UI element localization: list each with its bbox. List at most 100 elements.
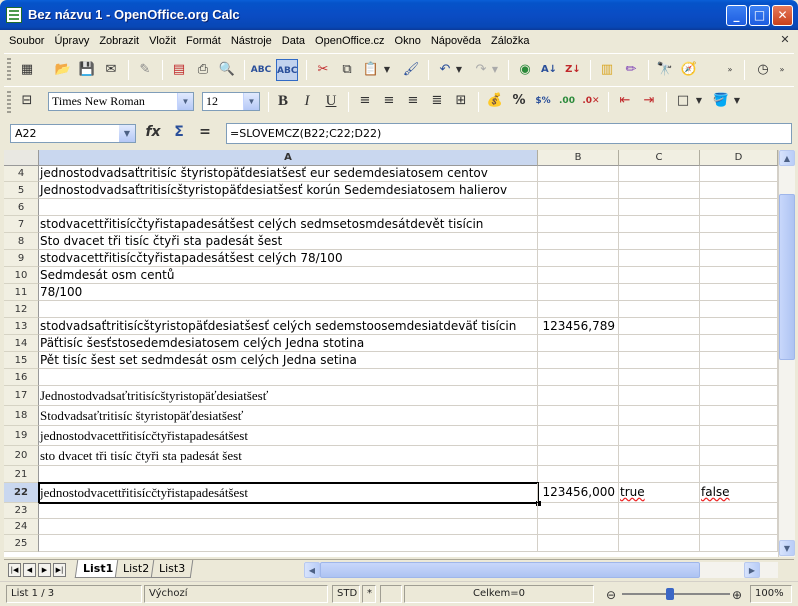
- cell-b[interactable]: [538, 426, 619, 445]
- cell-b[interactable]: [538, 535, 619, 551]
- styles-formatting-icon[interactable]: ⊟: [16, 90, 38, 112]
- minimize-button[interactable]: _: [726, 5, 747, 26]
- underline-icon[interactable]: U: [320, 90, 342, 112]
- horizontal-scroll-thumb[interactable]: [320, 562, 700, 578]
- cell-b[interactable]: [538, 386, 619, 405]
- row-header[interactable]: 24: [4, 519, 39, 535]
- export-pdf-icon[interactable]: ▤: [168, 59, 190, 81]
- cell-c[interactable]: [619, 284, 700, 300]
- cell-b[interactable]: [538, 166, 619, 181]
- cell-b[interactable]: [538, 503, 619, 518]
- cell-d[interactable]: [700, 250, 778, 266]
- cell-c[interactable]: [619, 199, 700, 215]
- sum-display[interactable]: Celkem=0: [404, 585, 594, 603]
- cell-b[interactable]: [538, 250, 619, 266]
- autospellcheck-icon[interactable]: ABC: [276, 59, 298, 81]
- row-header[interactable]: 8: [4, 233, 39, 250]
- edit-file-icon[interactable]: ✎: [134, 59, 156, 81]
- cell-c[interactable]: [619, 369, 700, 385]
- digital-signature[interactable]: [380, 585, 402, 603]
- row-header[interactable]: 17: [4, 386, 39, 406]
- horizontal-scrollbar[interactable]: ◀ ▶: [304, 562, 778, 578]
- cell-c[interactable]: [619, 166, 700, 181]
- cell-d[interactable]: [700, 199, 778, 215]
- cell-c[interactable]: [619, 446, 700, 465]
- cell-d[interactable]: [700, 519, 778, 534]
- cell-a[interactable]: Jednostodvadsaťtritisícštyristopäťdesiat…: [39, 182, 538, 198]
- cell-c[interactable]: [619, 426, 700, 445]
- macro-clock-icon[interactable]: ◷: [752, 59, 774, 81]
- zoom-out-icon[interactable]: ⊖: [600, 584, 622, 606]
- cell-c[interactable]: [619, 233, 700, 249]
- cell-a[interactable]: jednostodvacettřitisícčtyřistapadesátšes…: [39, 426, 538, 445]
- cell-b[interactable]: [538, 352, 619, 368]
- vertical-scroll-thumb[interactable]: [779, 194, 795, 360]
- maximize-button[interactable]: □: [749, 5, 770, 26]
- align-center-icon[interactable]: ≡: [378, 90, 400, 112]
- scroll-up-icon[interactable]: ▲: [779, 150, 795, 166]
- email-icon[interactable]: ✉: [100, 59, 122, 81]
- cell-b[interactable]: 123456,789: [538, 318, 619, 334]
- spreadsheet-grid[interactable]: A B C D 4 jednostodvadsaťtritisíc štyrist…: [4, 150, 778, 557]
- menu-okno[interactable]: Okno: [390, 30, 426, 52]
- cell-c[interactable]: [619, 466, 700, 482]
- borders-dropdown-icon[interactable]: ▼: [694, 90, 704, 112]
- sort-descending-icon[interactable]: Z↓: [562, 59, 584, 81]
- background-color-icon[interactable]: 🪣: [710, 90, 732, 112]
- row-header[interactable]: 6: [4, 199, 39, 216]
- cell-d[interactable]: [700, 284, 778, 300]
- cell-d[interactable]: [700, 386, 778, 405]
- row-header[interactable]: 21: [4, 466, 39, 483]
- menu-format[interactable]: Formát: [181, 30, 226, 52]
- cell-c[interactable]: [619, 250, 700, 266]
- menu-zobrazit[interactable]: Zobrazit: [94, 30, 144, 52]
- cell-c[interactable]: [619, 335, 700, 351]
- chevron-down-icon[interactable]: ▼: [243, 93, 259, 110]
- cell-a[interactable]: [39, 466, 538, 482]
- selection-mode[interactable]: STD: [332, 585, 360, 603]
- cell-a[interactable]: [39, 519, 538, 534]
- menu-upravy[interactable]: Úpravy: [49, 30, 94, 52]
- add-decimal-icon[interactable]: .00: [556, 90, 578, 112]
- cell-a[interactable]: stodvacettřitisícčtyřistapadesátšest cel…: [39, 250, 538, 266]
- cell-a[interactable]: Sto dvacet tři tisíc čtyři sta padesát š…: [39, 233, 538, 249]
- cell-a[interactable]: jednostodvacettřitisícčtyřistapadesátšes…: [39, 483, 538, 502]
- scroll-down-icon[interactable]: ▼: [779, 540, 795, 556]
- toolbar-overflow-icon[interactable]: »: [724, 59, 736, 81]
- row-header[interactable]: 23: [4, 503, 39, 519]
- chart-icon[interactable]: ▥: [596, 59, 618, 81]
- menu-data[interactable]: Data: [277, 30, 310, 52]
- cell-d[interactable]: [700, 166, 778, 181]
- cell-b[interactable]: [538, 466, 619, 482]
- column-header-d[interactable]: D: [700, 150, 778, 166]
- justify-icon[interactable]: ≣: [426, 90, 448, 112]
- cell-a[interactable]: sto dvacet tři tisíc čtyři sta padesát š…: [39, 446, 538, 465]
- toolbar-grip[interactable]: [7, 58, 11, 80]
- find-replace-icon[interactable]: 🔭: [654, 59, 676, 81]
- cell-a[interactable]: jednostodvadsaťtritisíc štyristopäťdesia…: [39, 166, 538, 181]
- sort-ascending-icon[interactable]: A↓: [538, 59, 560, 81]
- cell-b[interactable]: [538, 216, 619, 232]
- redo-dropdown-icon[interactable]: ▼: [490, 59, 500, 81]
- cell-d[interactable]: false: [700, 483, 778, 502]
- cell-c[interactable]: [619, 352, 700, 368]
- cell-d[interactable]: [700, 301, 778, 317]
- sheet-tab-list3[interactable]: List3: [150, 560, 194, 578]
- sum-icon[interactable]: Σ: [168, 124, 190, 140]
- function-icon[interactable]: =: [194, 124, 216, 140]
- chevron-down-icon[interactable]: ▼: [119, 125, 135, 142]
- cell-b[interactable]: [538, 335, 619, 351]
- toolbar-grip-2[interactable]: [7, 91, 11, 113]
- cell-d[interactable]: [700, 446, 778, 465]
- paste-dropdown-icon[interactable]: ▼: [382, 59, 392, 81]
- print-icon[interactable]: ⎙: [192, 59, 214, 81]
- cell-c[interactable]: [619, 406, 700, 425]
- paste-icon[interactable]: 📋: [360, 59, 382, 81]
- cell-c[interactable]: [619, 301, 700, 317]
- spellcheck-icon[interactable]: ABC: [250, 59, 272, 81]
- cell-b[interactable]: [538, 406, 619, 425]
- page-style[interactable]: Výchozí: [144, 585, 328, 603]
- row-header[interactable]: 5: [4, 182, 39, 199]
- cell-b[interactable]: 123456,000: [538, 483, 619, 502]
- scroll-left-icon[interactable]: ◀: [304, 562, 320, 578]
